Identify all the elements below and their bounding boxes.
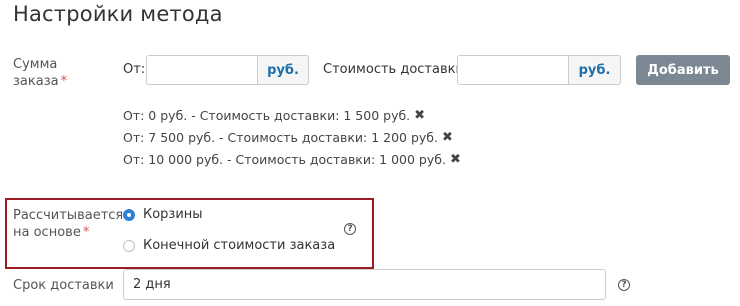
delivery-time-input[interactable] [123, 269, 606, 300]
page-title: Настройки метода [13, 2, 223, 26]
radio-option-label: Корзины [143, 207, 203, 222]
order-sum-label-line1: Сумма [13, 57, 58, 72]
from-amount-input[interactable] [146, 55, 257, 85]
calc-basis-label-line1: Рассчитывается [13, 208, 124, 223]
add-button[interactable]: Добавить [636, 55, 730, 85]
from-label: От: [123, 62, 146, 77]
rule-item: От: 7 500 руб. - Стоимость доставки: 1 2… [123, 130, 453, 145]
order-sum-label: Сумма заказа * [13, 56, 67, 90]
required-mark: * [60, 74, 68, 89]
from-input-group: руб. [146, 55, 309, 85]
delivery-cost-input-group: руб. [457, 55, 621, 85]
calc-basis-label: Рассчитывается на основе * [13, 207, 123, 241]
radio-option-cart[interactable]: Корзины [123, 207, 203, 222]
radio-option-final-cost[interactable]: Конечной стоимости заказа [123, 238, 335, 253]
help-icon[interactable]: ? [344, 223, 356, 235]
delivery-cost-label: Стоимость доставки: [323, 62, 469, 77]
rule-item: От: 10 000 руб. - Стоимость доставки: 1 … [123, 152, 461, 167]
rule-text: От: 7 500 руб. - Стоимость доставки: 1 2… [123, 130, 438, 145]
close-icon[interactable]: ✖ [442, 130, 453, 145]
close-icon[interactable]: ✖ [414, 108, 425, 123]
delivery-cost-input[interactable] [457, 55, 568, 85]
rule-text: От: 10 000 руб. - Стоимость доставки: 1 … [123, 152, 446, 167]
radio-option-label: Конечной стоимости заказа [143, 238, 336, 253]
rule-text: От: 0 руб. - Стоимость доставки: 1 500 р… [123, 108, 411, 123]
required-mark: * [82, 225, 90, 240]
rule-item: От: 0 руб. - Стоимость доставки: 1 500 р… [123, 108, 425, 123]
order-sum-label-line2: заказа [13, 74, 59, 89]
delivery-cost-unit-addon: руб. [568, 55, 621, 85]
from-unit-addon: руб. [257, 55, 309, 85]
delivery-time-label: Срок доставки [13, 278, 114, 293]
help-icon[interactable]: ? [618, 279, 630, 291]
radio-unchecked-icon[interactable] [123, 239, 135, 252]
close-icon[interactable]: ✖ [450, 152, 461, 167]
radio-checked-icon[interactable] [123, 208, 135, 221]
calc-basis-label-line2: на основе [13, 225, 81, 240]
